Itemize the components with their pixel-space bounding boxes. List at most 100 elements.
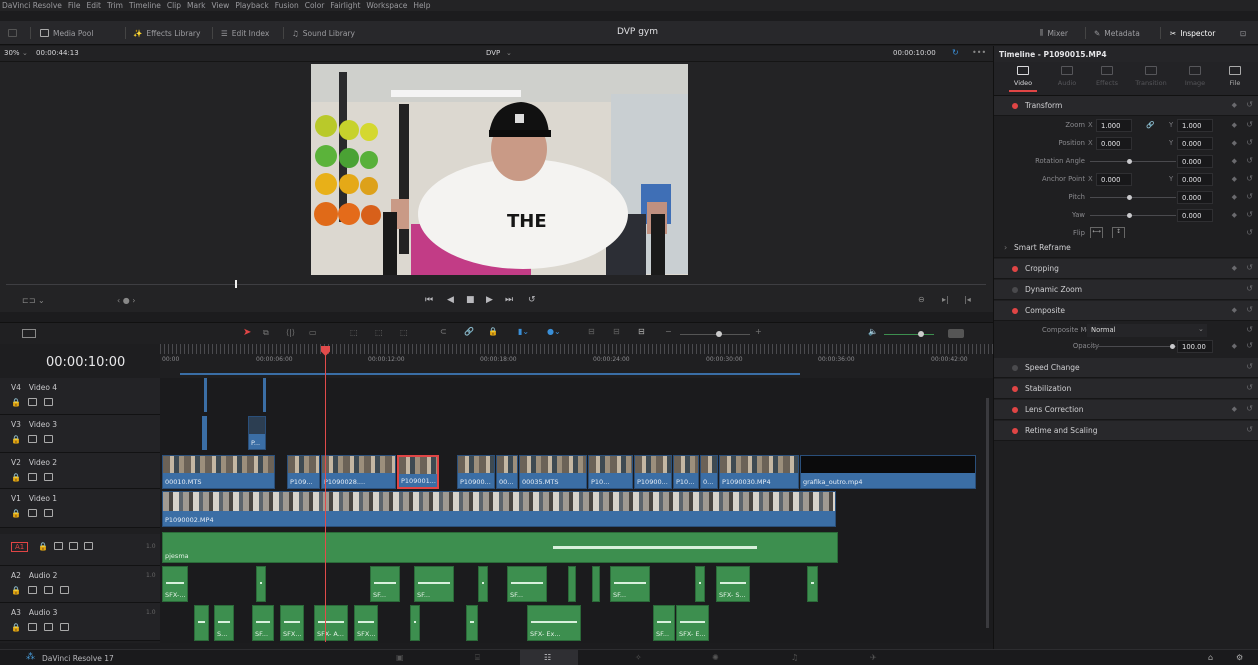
reset-icon[interactable]: ↺: [1246, 325, 1253, 334]
slider-handle[interactable]: [1127, 159, 1132, 164]
toggle-dot[interactable]: [1012, 365, 1018, 371]
section-dynamic-zoom[interactable]: Dynamic Zoom ↺: [994, 280, 1258, 300]
toggle-dot[interactable]: [1012, 103, 1018, 109]
reset-icon[interactable]: ↺: [1246, 341, 1253, 350]
menu-item[interactable]: Help: [413, 1, 430, 10]
reset-icon[interactable]: ↺: [1246, 100, 1253, 109]
volume-handle[interactable]: [918, 331, 924, 337]
slider-handle[interactable]: [1170, 344, 1175, 349]
track-header-v2[interactable]: V2 Video 2 🔒: [0, 453, 160, 489]
reset-icon[interactable]: ↺: [1246, 383, 1253, 392]
audio-clip[interactable]: SF...: [252, 605, 274, 641]
anchor-x-field[interactable]: 0.000: [1096, 173, 1132, 186]
audio-clip[interactable]: [256, 566, 266, 602]
tab-audio[interactable]: Audio: [1046, 66, 1088, 87]
edit-index-button[interactable]: ☰ Edit Index: [221, 26, 269, 40]
vertical-scrollbar[interactable]: [986, 398, 989, 628]
chevron-down-icon[interactable]: ⌄: [1198, 325, 1204, 333]
menu-item[interactable]: Clip: [167, 1, 181, 10]
audio-clip[interactable]: SF...: [653, 605, 675, 641]
video-clip[interactable]: [202, 416, 207, 450]
tab-transition[interactable]: Transition: [1130, 66, 1172, 87]
match-frame-icon[interactable]: ⊖: [918, 295, 925, 304]
menu-item[interactable]: Fusion: [275, 1, 299, 10]
flag-icon[interactable]: ▮⌄: [518, 327, 529, 336]
keyframe-icon[interactable]: ◆: [1232, 264, 1237, 272]
replace-clip-icon[interactable]: ⬚: [400, 328, 408, 337]
audio-clip[interactable]: pjesma: [162, 532, 838, 563]
video-clip[interactable]: 0...: [700, 455, 718, 489]
audio-clip[interactable]: SFX- A...: [314, 605, 348, 641]
toggle-dot[interactable]: [1012, 428, 1018, 434]
audio-clip[interactable]: [568, 566, 576, 602]
loop-button[interactable]: ↺: [528, 295, 536, 305]
zoom-slider[interactable]: [680, 334, 750, 335]
fairlight-page-icon[interactable]: ♫: [791, 653, 798, 662]
reset-icon[interactable]: ↺: [1246, 210, 1253, 219]
chevron-down-icon[interactable]: ⌄: [506, 49, 512, 57]
track-header-v1[interactable]: V1 Video 1 🔒: [0, 489, 160, 528]
track-enable-icon[interactable]: [43, 435, 53, 443]
dim-button[interactable]: [948, 329, 964, 338]
track-header-a3[interactable]: A3 Audio 3 1.0 🔒: [0, 603, 160, 641]
video-clip[interactable]: P1090002.MP4: [162, 491, 836, 527]
video-clip[interactable]: P109...: [287, 455, 320, 489]
lock-icon[interactable]: 🔒: [11, 473, 21, 482]
reset-icon[interactable]: ↺: [1246, 156, 1253, 165]
menu-item[interactable]: Edit: [86, 1, 101, 10]
media-pool-button[interactable]: Media Pool: [40, 26, 93, 40]
toggle-dot[interactable]: [1012, 287, 1018, 293]
reset-icon[interactable]: ↺: [1246, 404, 1253, 413]
section-lens-correction[interactable]: Lens Correction ◆ ↺: [994, 400, 1258, 420]
more-options-icon[interactable]: •••: [972, 48, 986, 57]
viewer-mode-icon[interactable]: ⊏⊐ ⌄: [22, 296, 45, 305]
video-clip[interactable]: P10...: [673, 455, 699, 489]
audio-clip[interactable]: [695, 566, 705, 602]
keyframe-icon[interactable]: ◆: [1232, 193, 1237, 201]
track-enable-icon[interactable]: [43, 509, 53, 517]
reset-icon[interactable]: ↺: [1246, 120, 1253, 129]
keyframe-icon[interactable]: ◆: [1232, 175, 1237, 183]
audio-clip[interactable]: [807, 566, 818, 602]
toggle-dot[interactable]: [1012, 266, 1018, 272]
fusion-page-icon[interactable]: ✧: [635, 653, 642, 662]
video-clip[interactable]: 00...: [496, 455, 518, 489]
zoom-detail-icon[interactable]: ⊟: [613, 327, 620, 336]
menu-item[interactable]: View: [212, 1, 230, 10]
rotation-slider[interactable]: [1090, 161, 1176, 162]
audio-clip[interactable]: SFX- E...: [676, 605, 709, 641]
keyframe-icon[interactable]: ◆: [1232, 306, 1237, 314]
track-enable-icon[interactable]: [43, 398, 53, 406]
timeline-view-icon[interactable]: [22, 329, 36, 338]
audio-clip[interactable]: SFX...: [280, 605, 304, 641]
link-icon[interactable]: 🔗: [1146, 121, 1154, 129]
volume-slider[interactable]: [884, 334, 934, 335]
zoom-custom-icon[interactable]: ⊟: [638, 327, 645, 336]
rotation-field[interactable]: 0.000: [1177, 155, 1213, 168]
loop-icon[interactable]: ↻: [952, 48, 959, 57]
edit-page-tab[interactable]: ☷: [520, 650, 578, 665]
zoom-full-icon[interactable]: ⊟: [588, 327, 595, 336]
video-clip[interactable]: P...: [248, 416, 266, 450]
reset-icon[interactable]: ↺: [1246, 174, 1253, 183]
audio-clip[interactable]: [478, 566, 488, 602]
track-name[interactable]: Video 4: [29, 383, 57, 392]
track-name[interactable]: Video 2: [29, 458, 57, 467]
position-x-field[interactable]: 0.000: [1096, 137, 1132, 150]
selected-video-clip[interactable]: P109001...: [397, 455, 439, 489]
track-name[interactable]: Video 1: [29, 494, 57, 503]
track-enable-icon[interactable]: [43, 473, 53, 481]
audio-clip[interactable]: SF...: [414, 566, 454, 602]
keyframe-icon[interactable]: ◆: [1232, 405, 1237, 413]
speaker-icon[interactable]: 🔈: [868, 327, 878, 336]
track-header-v3[interactable]: V3 Video 3 🔒: [0, 415, 160, 453]
mute-icon[interactable]: [59, 586, 69, 594]
keyframe-icon[interactable]: ◆: [1232, 342, 1237, 350]
track-header-v4[interactable]: V4 Video 4 🔒: [0, 378, 160, 415]
menu-item[interactable]: Mark: [187, 1, 206, 10]
auto-select-icon[interactable]: [27, 435, 37, 443]
lock-icon[interactable]: 🔒: [488, 327, 498, 336]
panel-toggle-icon[interactable]: [8, 26, 17, 40]
media-page-icon[interactable]: ▣: [396, 653, 404, 662]
auto-select-icon[interactable]: [27, 398, 37, 406]
